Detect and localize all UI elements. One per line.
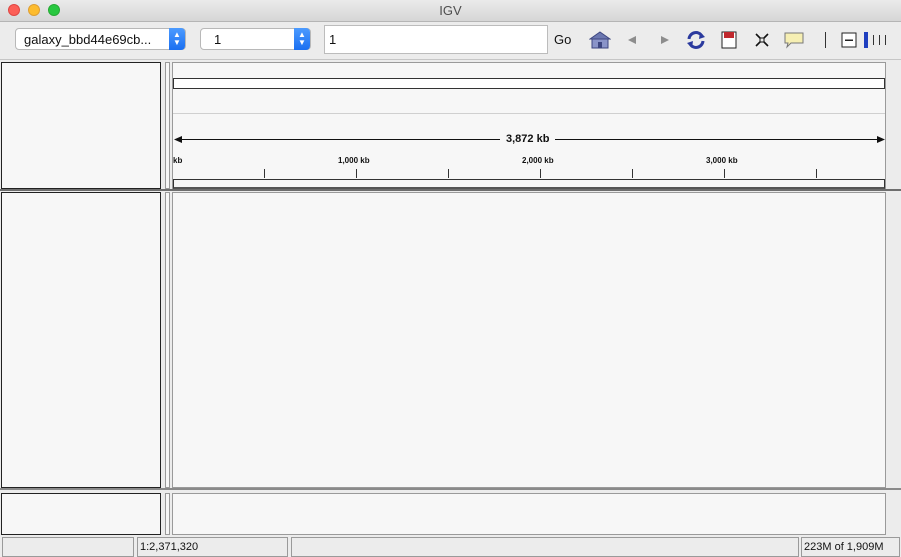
feature-track-panel[interactable] [172,493,886,535]
go-button[interactable]: Go [554,32,571,47]
window-title-bar: IGV [0,0,901,22]
refresh-icon[interactable] [684,29,708,51]
roi-icon[interactable] [720,29,738,51]
ruler-separator [173,113,885,114]
panel-divider[interactable] [0,488,901,490]
data-attribute-panel [165,192,170,488]
feature-attribute-panel [165,493,170,535]
status-message [2,537,134,557]
header-attribute-panel [165,62,170,189]
popup-info-icon[interactable] [782,29,806,51]
zoom-level-icon[interactable] [864,29,896,51]
header-name-panel [1,62,161,189]
arrow-left-icon [174,136,182,143]
ruler-tick-label: 2,000 kb [522,156,554,165]
ruler-tick-label: 1,000 kb [338,156,370,165]
fit-window-icon[interactable] [753,29,771,51]
ruler-minor-tick [264,169,265,178]
locus-search-input[interactable]: 1 [324,25,548,54]
toolbar-separator [823,29,827,51]
status-memory: 223M of 1,909M [801,537,900,557]
chevron-updown-icon: ▲ ▼ [169,28,185,50]
ruler-minor-tick [816,169,817,178]
home-icon[interactable] [589,29,611,51]
ruler-tick-label: 3,000 kb [706,156,738,165]
data-name-panel [1,192,161,488]
ruler-major-tick [356,169,357,178]
arrow-right-icon [877,136,885,143]
genome-select-value: galaxy_bbd44e69cb... [24,32,152,47]
data-track-panel[interactable] [172,192,886,488]
status-position: 1:2,371,320 [137,537,288,557]
chromosome-ideogram[interactable] [173,78,885,89]
forward-icon[interactable] [658,29,672,51]
chromosome-select-value: 1 [214,32,222,47]
ruler-major-tick [724,169,725,178]
status-info [291,537,799,557]
span-label: 3,872 kb [500,133,556,145]
window-title: IGV [439,3,462,18]
toolbar: galaxy_bbd44e69cb... ▲ ▼ 1 ▲ ▼ 1 Go [0,22,901,60]
chevron-updown-icon: ▲ ▼ [294,28,310,50]
ruler-major-tick [540,169,541,178]
ruler-base [173,179,885,189]
ruler-minor-tick [632,169,633,178]
back-icon[interactable] [625,29,639,51]
panel-divider[interactable] [0,189,901,191]
zoom-out-icon[interactable] [840,29,858,51]
ruler-tick-label-start: kb [173,156,183,165]
chromosome-select[interactable]: 1 ▲ ▼ [200,28,311,50]
genome-select[interactable]: galaxy_bbd44e69cb... ▲ ▼ [15,28,186,50]
feature-name-panel [1,493,161,535]
ruler-minor-tick [448,169,449,178]
